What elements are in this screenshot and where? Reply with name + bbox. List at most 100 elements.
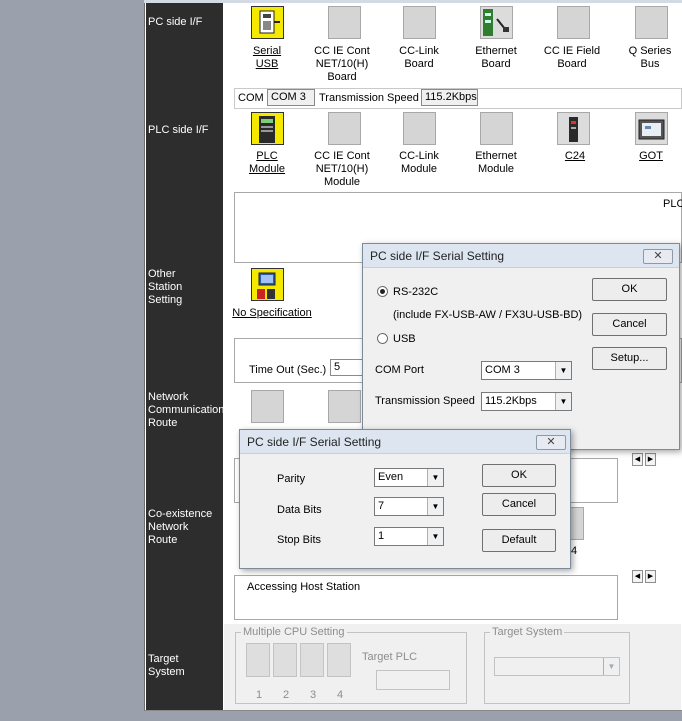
stop-bits-value: 1 xyxy=(378,530,385,542)
coexistence-scroll-right-icon[interactable]: ▶ xyxy=(645,570,656,583)
cpu-2-button[interactable] xyxy=(273,643,297,677)
rs232c-label: RS-232C xyxy=(393,286,439,298)
no-specification-icon[interactable] xyxy=(251,268,284,301)
transmission-speed-value: 115.2Kbps xyxy=(485,395,537,407)
sidebar-label-coexistence-route: Co-existence Network Route xyxy=(148,508,213,546)
transmission-speed-value: 115.2Kbps xyxy=(421,89,478,106)
pc-icon-label-cc-link: CC-Link Board xyxy=(399,45,439,70)
usb-radio[interactable] xyxy=(377,333,388,344)
chevron-down-icon: ▼ xyxy=(427,498,443,515)
pc-side-serial-setting-dialog: PC side I/F Serial Setting ✕ RS-232C (in… xyxy=(362,243,680,450)
chevron-down-icon: ▼ xyxy=(603,658,619,675)
serial-detail-setting-dialog: PC side I/F Serial Setting ✕ Parity Even… xyxy=(239,429,571,569)
cancel-button[interactable]: Cancel xyxy=(592,313,667,336)
chevron-down-icon: ▼ xyxy=(555,393,571,410)
network-scroll-right-icon[interactable]: ▶ xyxy=(645,453,656,466)
sidebar-label-target-system: Target System xyxy=(148,653,185,678)
com-value: COM 3 xyxy=(267,89,315,106)
dialog-title: PC side I/F Serial Setting xyxy=(240,430,570,454)
parity-label: Parity xyxy=(277,473,306,485)
rs232c-radio[interactable] xyxy=(377,286,388,297)
close-icon[interactable]: ✕ xyxy=(643,249,673,264)
setup-button[interactable]: Setup... xyxy=(592,347,667,370)
plc-info-text: PLC xyxy=(663,198,682,210)
stop-bits-label: Stop Bits xyxy=(277,534,322,546)
cpu-3-button[interactable] xyxy=(300,643,324,677)
data-bits-label: Data Bits xyxy=(277,504,322,516)
cc-link-module-icon[interactable] xyxy=(403,112,436,145)
transmission-speed-label: Transmission Speed xyxy=(319,92,419,104)
target-plc-field xyxy=(376,670,450,690)
parity-select[interactable]: Even ▼ xyxy=(374,468,444,487)
cpu-number-3: 3 xyxy=(310,689,317,701)
pc-icon-label-cc-ie-cont: CC IE Cont NET/10(H) Board xyxy=(314,45,370,83)
pc-icon-label-serial-usb[interactable]: Serial USB xyxy=(227,45,307,71)
usb-label: USB xyxy=(393,333,416,345)
cc-link-board-icon[interactable] xyxy=(403,6,436,39)
target-plc-label: Target PLC xyxy=(362,651,418,663)
plc-icon-label-c24[interactable]: C24 xyxy=(535,150,615,163)
sidebar-label-pc-side: PC side I/F xyxy=(148,16,203,28)
c24-icon[interactable] xyxy=(557,112,590,145)
ethernet-module-icon[interactable] xyxy=(480,112,513,145)
cpu-number-2: 2 xyxy=(283,689,290,701)
transmission-speed-label: Transmission Speed xyxy=(375,395,475,407)
com-port-label: COM Port xyxy=(375,364,424,376)
plc-module-icon[interactable] xyxy=(251,112,284,145)
plc-icon-label-plc-module[interactable]: PLC Module xyxy=(227,150,307,176)
target-system-select[interactable]: ▼ xyxy=(494,657,620,676)
cpu-number-1: 1 xyxy=(256,689,263,701)
no-specification-label[interactable]: No Specification xyxy=(227,307,317,320)
got-icon[interactable] xyxy=(635,112,668,145)
sidebar-label-network-route: Network Communication Route xyxy=(148,391,225,429)
cc-ie-cont-board-icon[interactable] xyxy=(328,6,361,39)
rs232c-note: (include FX-USB-AW / FX3U-USB-BD) xyxy=(393,309,583,321)
stop-bits-select[interactable]: 1 ▼ xyxy=(374,527,444,546)
transmission-speed-select[interactable]: 115.2Kbps ▼ xyxy=(481,392,572,411)
pc-icon-label-ethernet: Ethernet Board xyxy=(475,45,517,70)
sidebar-label-plc-side: PLC side I/F xyxy=(148,124,209,136)
chevron-down-icon: ▼ xyxy=(427,528,443,545)
plc-icon-label-cc-ie-cont: CC IE Cont NET/10(H) Module xyxy=(314,150,370,188)
com-label: COM xyxy=(238,92,264,104)
pc-icon-label-cc-ie-field: CC IE Field Board xyxy=(543,45,601,70)
cancel-button[interactable]: Cancel xyxy=(482,493,556,516)
network-scroll-left-icon[interactable]: ◀ xyxy=(632,453,643,466)
coexistence-route-icon[interactable] xyxy=(570,507,584,540)
dialog-title: PC side I/F Serial Setting xyxy=(363,244,679,268)
cpu-4-button[interactable] xyxy=(327,643,351,677)
pc-icon-label-q-series: Q Series Bus xyxy=(628,45,672,70)
timeout-label: Time Out (Sec.) xyxy=(249,364,327,376)
network-route-icon-2[interactable] xyxy=(328,390,361,423)
cpu-number-4: 4 xyxy=(337,689,344,701)
window-top-strip xyxy=(144,0,682,3)
data-bits-select[interactable]: 7 ▼ xyxy=(374,497,444,516)
sidebar xyxy=(146,3,223,710)
ok-button[interactable]: OK xyxy=(482,464,556,487)
com-port-select[interactable]: COM 3 ▼ xyxy=(481,361,572,380)
q-series-bus-icon[interactable] xyxy=(635,6,668,39)
serial-usb-icon[interactable] xyxy=(251,6,284,39)
chevron-down-icon: ▼ xyxy=(555,362,571,379)
accessing-host-label: Accessing Host Station xyxy=(247,581,361,593)
default-button[interactable]: Default xyxy=(482,529,556,552)
com-port-value: COM 3 xyxy=(485,364,520,376)
ethernet-board-icon[interactable] xyxy=(480,6,513,39)
network-route-icon-1[interactable] xyxy=(251,390,284,423)
close-icon[interactable]: ✕ xyxy=(536,435,566,450)
target-system-title: Target System xyxy=(490,626,565,639)
plc-icon-label-ethernet: Ethernet Module xyxy=(475,150,517,175)
coexistence-scroll-left-icon[interactable]: ◀ xyxy=(632,570,643,583)
data-bits-value: 7 xyxy=(378,500,385,512)
cc-ie-field-board-icon[interactable] xyxy=(557,6,590,39)
plc-icon-label-cc-link: CC-Link Module xyxy=(399,150,439,175)
chevron-down-icon: ▼ xyxy=(427,469,443,486)
multiple-cpu-title: Multiple CPU Setting xyxy=(241,626,347,639)
ok-button[interactable]: OK xyxy=(592,278,667,301)
cc-ie-cont-module-icon[interactable] xyxy=(328,112,361,145)
coexistence-partial-label: 4 xyxy=(571,545,578,557)
sidebar-label-other-station: Other Station Setting xyxy=(148,268,183,306)
timeout-input[interactable]: 5 xyxy=(330,359,364,376)
plc-icon-label-got[interactable]: GOT xyxy=(611,150,682,163)
cpu-1-button[interactable] xyxy=(246,643,270,677)
